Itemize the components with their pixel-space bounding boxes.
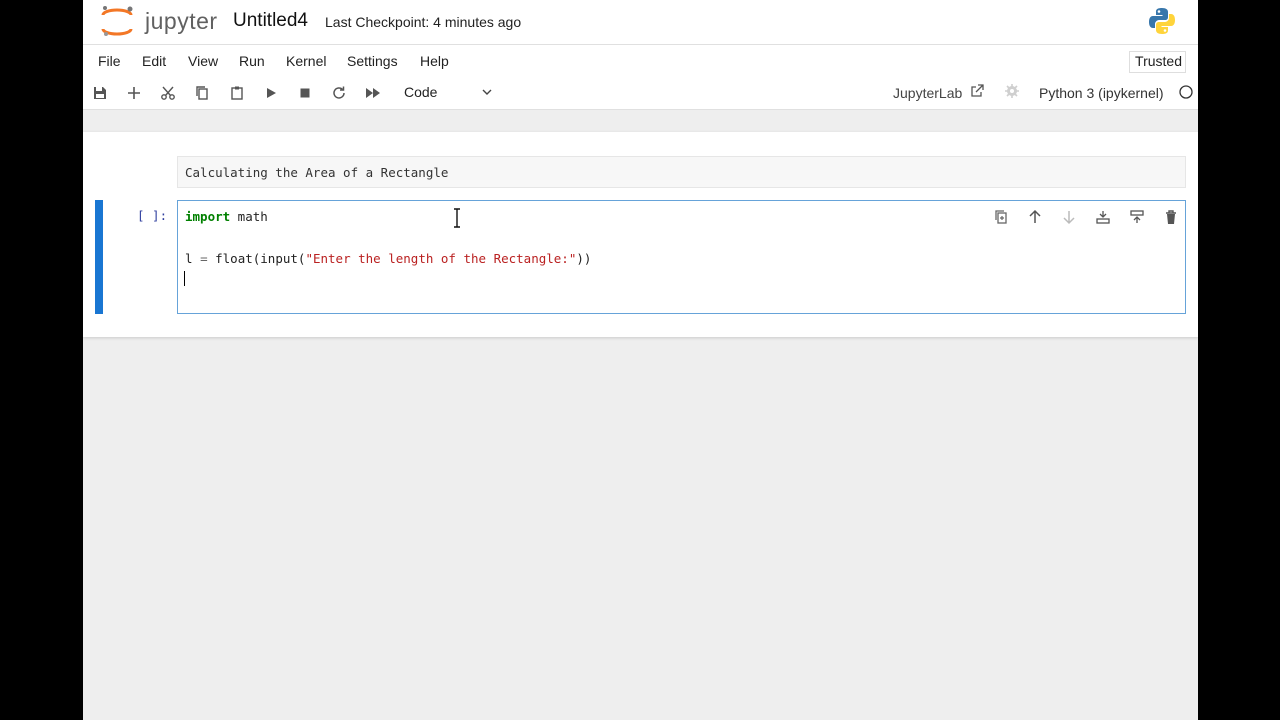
move-up-button[interactable] [1027,209,1043,225]
run-icon [267,88,276,98]
python-logo-icon [1149,8,1175,34]
add-cell-button[interactable] [125,84,143,102]
code-line-1: import math [185,209,268,224]
text-caret [184,271,185,286]
code-call: float(input( [207,251,306,266]
jupyter-logo[interactable]: jupyter [97,4,219,38]
chevron-down-icon [482,89,492,95]
restart-icon [333,86,345,99]
stop-button[interactable] [296,84,314,102]
header: jupyter Untitled4 Last Checkpoint: 4 min… [83,0,1198,45]
logo-text: jupyter [145,8,218,34]
code-var: l [185,251,201,266]
markdown-cell[interactable]: Calculating the Area of a Rectangle [177,156,1186,188]
menubar: File Edit View Run Kernel Settings Help … [83,45,1198,77]
duplicate-cell-button[interactable] [993,209,1009,225]
run-button[interactable] [262,84,280,102]
paste-icon [231,86,243,100]
insert-above-button[interactable] [1095,209,1111,225]
menu-file[interactable]: File [98,53,121,69]
keyword-import: import [185,209,231,224]
cut-button[interactable] [159,84,177,102]
fast-forward-icon [366,88,380,98]
save-icon [94,87,106,99]
code-operator: = [200,251,208,266]
code-module: math [230,209,268,224]
notebook-panel: Calculating the Area of a Rectangle [ ]:… [83,132,1198,337]
cut-icon [161,86,175,100]
external-link-icon[interactable] [970,84,984,98]
active-cell-indicator [95,200,103,314]
menu-run[interactable]: Run [239,53,265,69]
toolbar: Code JupyterLab Python 3 (ipykernel) [83,77,1198,110]
restart-run-all-button[interactable] [364,84,382,102]
kernel-name[interactable]: Python 3 (ipykernel) [1039,85,1164,101]
menu-help[interactable]: Help [420,53,449,69]
notebook-title[interactable]: Untitled4 [233,10,308,32]
checkpoint-status: Last Checkpoint: 4 minutes ago [325,14,522,30]
cell-type-select[interactable]: Code [404,84,496,102]
trusted-badge[interactable]: Trusted [1129,51,1186,73]
jupyter-window: jupyter Untitled4 Last Checkpoint: 4 min… [83,0,1198,720]
menu-settings[interactable]: Settings [347,53,398,69]
code-line-3: l = float(input("Enter the length of the… [185,251,591,266]
jupyter-logo-icon [100,6,134,36]
save-button[interactable] [91,84,109,102]
markdown-cell-text: Calculating the Area of a Rectangle [185,165,449,180]
add-icon [128,87,140,99]
duplicate-icon [995,210,1007,224]
jupyterlab-link[interactable]: JupyterLab [893,85,962,101]
paste-button[interactable] [228,84,246,102]
kernel-idle-icon [1179,85,1193,99]
insert-above-icon [1096,211,1110,224]
code-close: )) [576,251,592,266]
input-prompt: [ ]: [137,208,168,223]
insert-below-button[interactable] [1129,209,1145,225]
cell-type-value: Code [404,84,438,100]
restart-button[interactable] [330,84,348,102]
menu-view[interactable]: View [188,53,218,69]
code-string: "Enter the length of the Rectangle:" [305,251,577,266]
trash-icon [1166,210,1176,224]
move-down-button[interactable] [1061,209,1077,225]
menu-kernel[interactable]: Kernel [286,53,326,69]
code-cell-editor[interactable]: import math l = float(input("Enter the l… [177,200,1186,314]
insert-below-icon [1130,210,1144,223]
menu-edit[interactable]: Edit [142,53,166,69]
arrow-up-icon [1029,209,1041,223]
stop-icon [300,88,310,98]
mouse-ibeam-cursor-icon [454,208,460,228]
copy-button[interactable] [193,84,211,102]
arrow-down-icon [1063,211,1075,225]
delete-cell-button[interactable] [1163,209,1179,225]
gear-icon [1005,84,1019,98]
copy-icon [196,86,208,100]
